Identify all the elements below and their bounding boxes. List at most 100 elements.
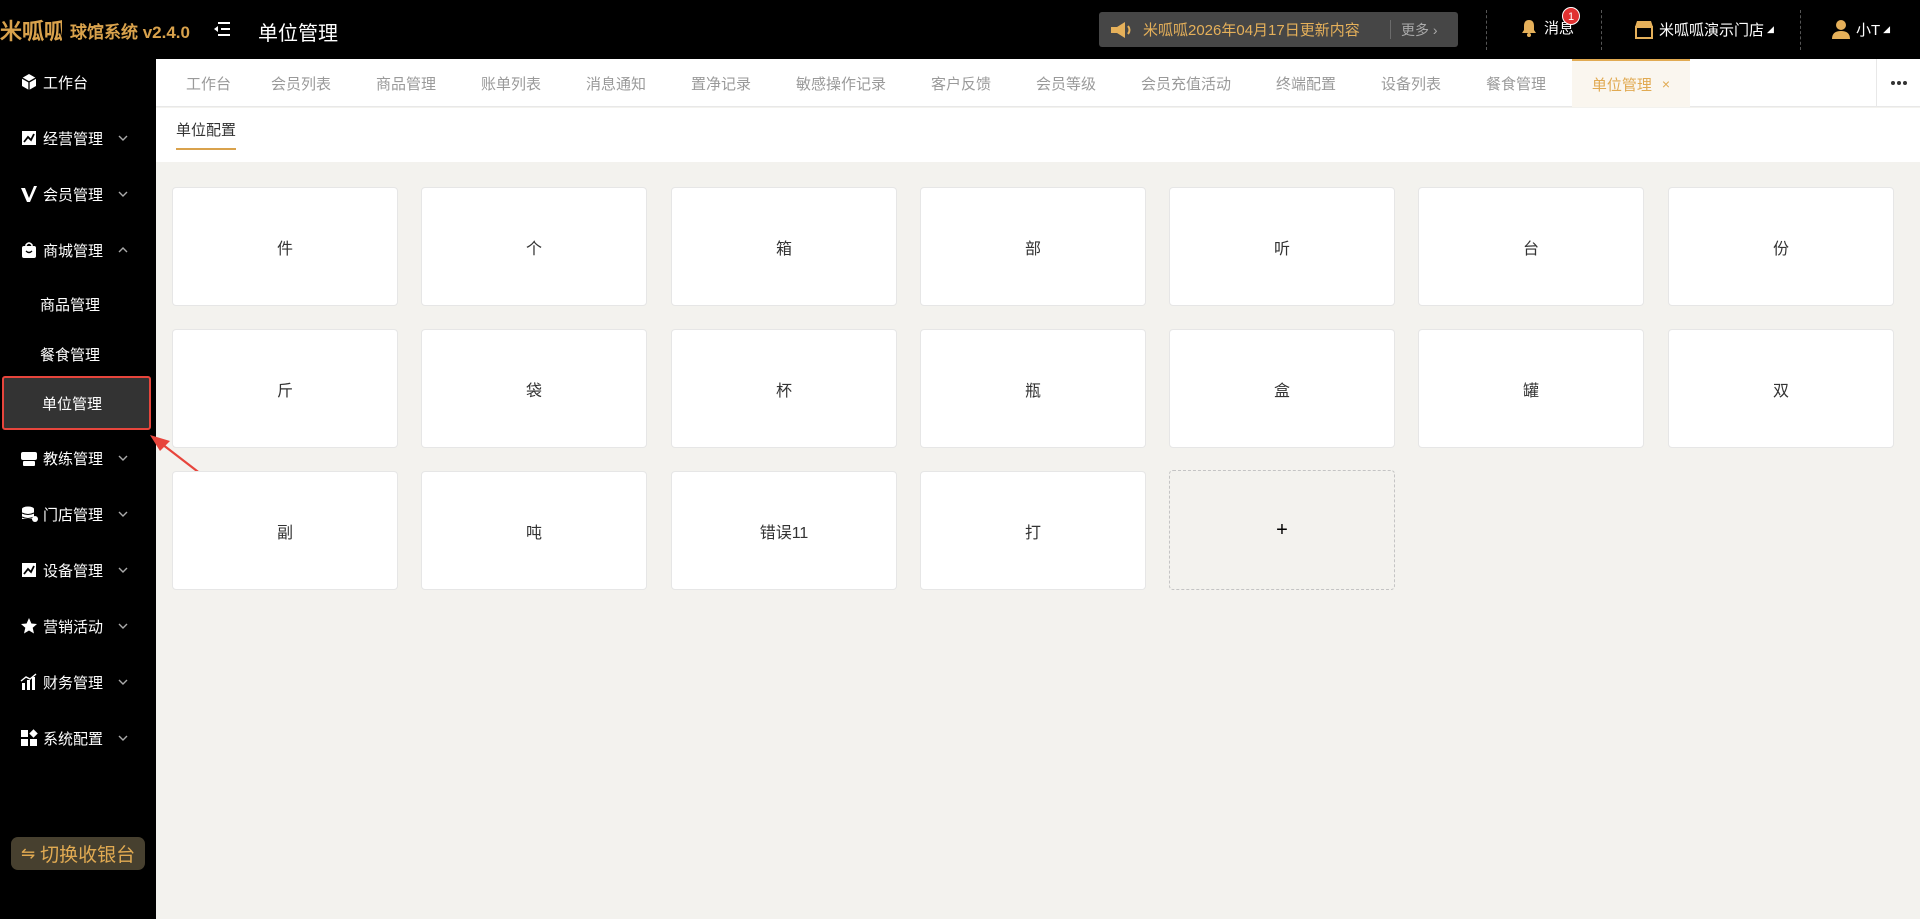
sidebar-item-mall[interactable]: 商城管理 [0, 230, 156, 270]
chevron-down-icon [118, 567, 128, 573]
caret-down-icon: ◢ [1883, 23, 1891, 34]
sidebar-item-label: 经营管理 [43, 130, 104, 148]
sidebar-item-marketing[interactable]: 营销活动 [0, 606, 156, 646]
unit-card[interactable]: 瓶 [920, 329, 1146, 448]
tab-sensitive-operations[interactable]: 敏感操作记录 [796, 59, 886, 107]
unit-card[interactable]: 双 [1668, 329, 1894, 448]
header-divider [1800, 10, 1801, 50]
unit-card[interactable]: 个 [421, 187, 647, 306]
tab-member-list[interactable]: 会员列表 [271, 59, 331, 107]
sidebar-item-coaches[interactable]: 教练管理 [0, 438, 156, 478]
unit-card[interactable]: 袋 [421, 329, 647, 448]
store-selector[interactable]: 米呱呱演示门店 ◢ [1633, 18, 1774, 40]
messages-badge: 1 [1562, 7, 1580, 25]
chevron-down-icon [118, 511, 128, 517]
tab-label: 单位管理 [1591, 76, 1652, 94]
unit-card[interactable]: 罐 [1418, 329, 1644, 448]
store-name: 米呱呱演示门店 [1659, 21, 1765, 39]
user-name: 小T [1856, 21, 1881, 39]
page-tabs-bar: 工作台 会员列表 商品管理 账单列表 消息通知 置净记录 敏感操作记录 客户反馈… [156, 59, 1920, 107]
sidebar-item-stores[interactable]: 门店管理 [0, 494, 156, 534]
v-badge-icon [19, 184, 39, 204]
sidebar-item-label: 系统配置 [43, 730, 104, 748]
tab-member-levels[interactable]: 会员等级 [1036, 59, 1096, 107]
sidebar-item-operations[interactable]: 经营管理 [0, 118, 156, 158]
menu-collapse-icon[interactable] [213, 19, 233, 39]
sidebar: 工作台 经营管理 会员管理 商城管理 商品管理 餐食管理 单位管理 教练管理 门… [0, 59, 156, 919]
app-brand: 球馆系统 v2.4.0 [70, 23, 190, 42]
swap-icon: ⇋ [20, 843, 36, 863]
bell-icon [1522, 19, 1536, 37]
tab-recharge-activities[interactable]: 会员充值活动 [1141, 59, 1231, 107]
add-unit-button[interactable]: + [1169, 470, 1395, 590]
sidebar-item-dashboard[interactable]: 工作台 [0, 62, 156, 102]
chevron-down-icon [118, 135, 128, 141]
grid-icon [19, 728, 39, 748]
sidebar-subitem-units[interactable]: 单位管理 [2, 376, 151, 430]
chevron-down-icon [118, 623, 128, 629]
tab-unit-management[interactable]: 单位管理 × [1572, 59, 1690, 107]
tab-device-list[interactable]: 设备列表 [1381, 59, 1441, 107]
tab-cleaning-records[interactable]: 置净记录 [691, 59, 751, 107]
chart-box-icon [19, 128, 39, 148]
tab-customer-feedback[interactable]: 客户反馈 [931, 59, 991, 107]
unit-card[interactable]: 错误11 [671, 471, 897, 590]
tab-dashboard[interactable]: 工作台 [186, 59, 231, 107]
sidebar-item-members[interactable]: 会员管理 [0, 174, 156, 214]
unit-card[interactable]: 吨 [421, 471, 647, 590]
user-menu[interactable]: 小T ◢ [1830, 18, 1890, 40]
close-icon[interactable]: × [1662, 76, 1670, 92]
unit-card[interactable]: 部 [920, 187, 1146, 306]
cube-icon [19, 72, 39, 92]
sidebar-item-label: 设备管理 [43, 562, 104, 580]
store-icon [1635, 21, 1653, 39]
notice-text[interactable]: 米呱呱2026年04月17日更新内容 [1143, 19, 1360, 40]
unit-card[interactable]: 副 [172, 471, 398, 590]
content-subheader: 单位配置 [156, 108, 1920, 162]
user-avatar-icon [1832, 20, 1850, 39]
sidebar-subitem-meals[interactable]: 餐食管理 [0, 332, 156, 376]
tab-terminal-config[interactable]: 终端配置 [1276, 59, 1336, 107]
sidebar-item-settings[interactable]: 系统配置 [0, 718, 156, 758]
unit-card[interactable]: 听 [1169, 187, 1395, 306]
tabs-more-button[interactable] [1876, 59, 1920, 107]
svg-text:米呱呱: 米呱呱 [0, 19, 62, 44]
sidebar-item-devices[interactable]: 设备管理 [0, 550, 156, 590]
tab-notifications[interactable]: 消息通知 [586, 59, 646, 107]
coach-icon [19, 448, 39, 468]
sidebar-item-label: 营销活动 [43, 618, 104, 636]
sidebar-item-label: 工作台 [43, 74, 89, 92]
update-notice-bar[interactable]: 米呱呱2026年04月17日更新内容 更多 › [1099, 12, 1458, 47]
unit-card[interactable]: 箱 [671, 187, 897, 306]
tab-product-management[interactable]: 商品管理 [376, 59, 436, 107]
device-icon [19, 560, 39, 580]
sidebar-item-label: 教练管理 [43, 450, 104, 468]
notice-more-link[interactable]: 更多 › [1401, 20, 1438, 40]
sidebar-subitem-products[interactable]: 商品管理 [0, 282, 156, 326]
tab-meal-management[interactable]: 餐食管理 [1486, 59, 1546, 107]
unit-card[interactable]: 打 [920, 471, 1146, 590]
caret-down-icon: ◢ [1767, 23, 1774, 34]
switch-cashier-button[interactable]: ⇋ 切换收银台 [11, 837, 145, 870]
unit-card[interactable]: 份 [1668, 187, 1894, 306]
tab-bill-list[interactable]: 账单列表 [481, 59, 541, 107]
sidebar-item-label: 财务管理 [43, 674, 104, 692]
chevron-up-icon [118, 247, 128, 253]
header-divider [1601, 10, 1602, 50]
chevron-right-icon: › [1432, 22, 1438, 38]
page-title: 单位管理 [258, 23, 338, 45]
more-dots-icon [1890, 81, 1907, 85]
unit-card[interactable]: 杯 [671, 329, 897, 448]
plus-icon: + [1276, 518, 1288, 541]
tab-unit-config[interactable]: 单位配置 [176, 119, 237, 150]
unit-card[interactable]: 件 [172, 187, 398, 306]
brand-logo: 米呱呱 [0, 19, 62, 44]
top-header: 米呱呱 球馆系统 v2.4.0 单位管理 米呱呱2026年04月17日更新内容 … [0, 0, 1920, 59]
chevron-down-icon [118, 191, 128, 197]
sidebar-item-finance[interactable]: 财务管理 [0, 662, 156, 702]
unit-card[interactable]: 台 [1418, 187, 1644, 306]
unit-card[interactable]: 斤 [172, 329, 398, 448]
finance-chart-icon [19, 672, 39, 692]
unit-card[interactable]: 盒 [1169, 329, 1395, 448]
header-divider [1486, 10, 1487, 50]
